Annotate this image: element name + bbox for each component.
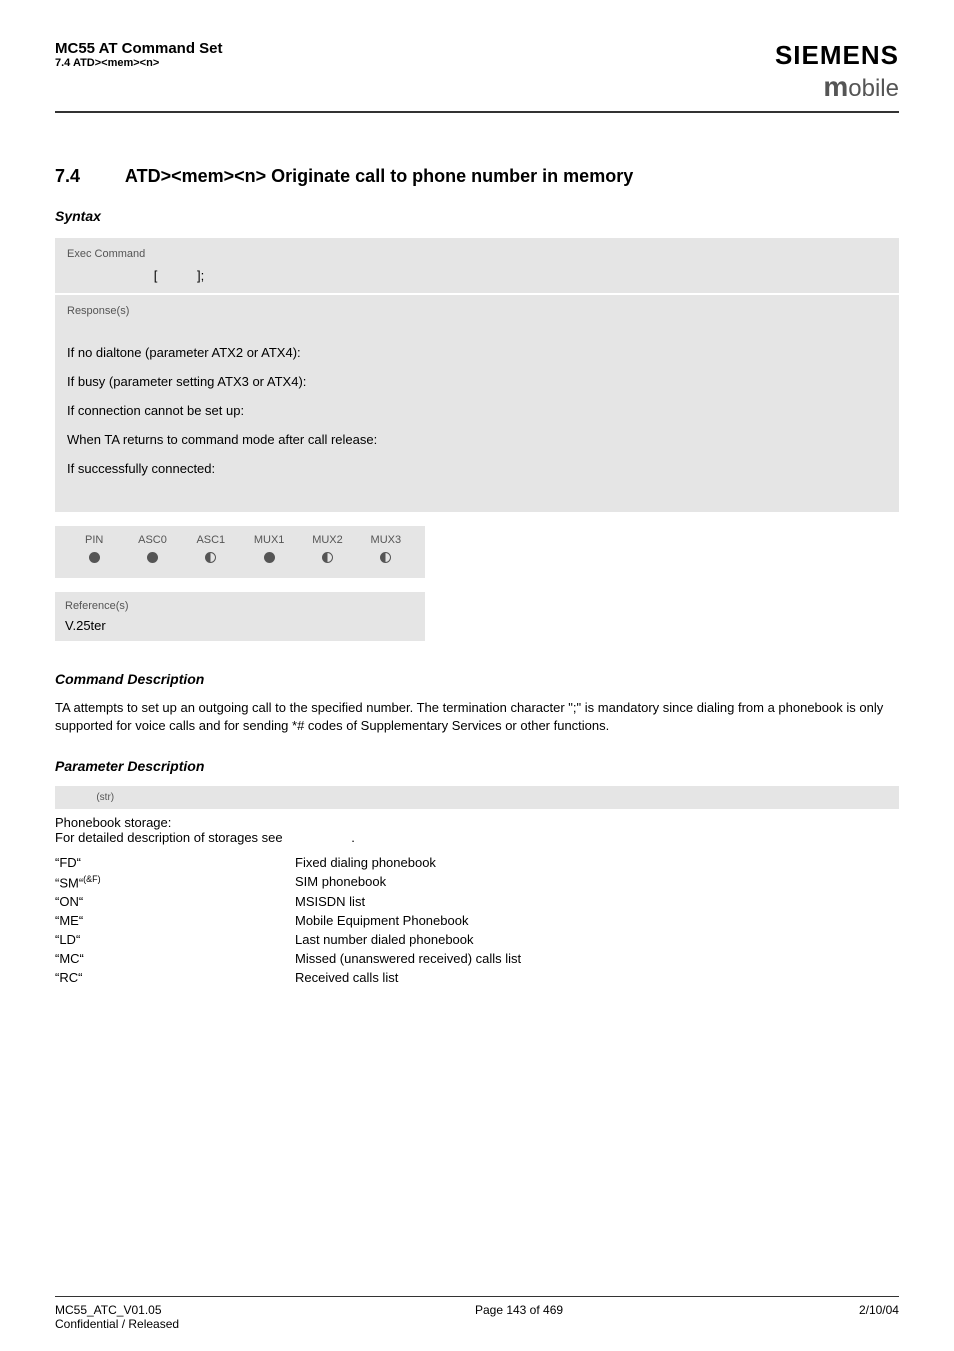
value-row: “LD“ Last number dialed phonebook <box>55 932 899 947</box>
resp-line-3: If connection cannot be set up: <box>67 403 887 418</box>
mux-v-asc0 <box>123 552 181 572</box>
value-desc: Mobile Equipment Phonebook <box>295 913 899 928</box>
brand-m: m <box>823 71 848 102</box>
doc-subtitle: 7.4 ATD><mem><n> <box>55 57 223 69</box>
value-key: “SM“(&F) <box>55 874 295 890</box>
syntax-label: Syntax <box>55 208 899 224</box>
exec-content: [ ]; <box>67 268 887 283</box>
value-row: “MC“ Missed (unanswered received) calls … <box>55 951 899 966</box>
parameter-description-heading: Parameter Description <box>55 758 899 774</box>
storage-line-1: Phonebook storage: <box>55 815 171 830</box>
dot-full-icon <box>147 552 158 563</box>
page-header: MC55 AT Command Set 7.4 ATD><mem><n> SIE… <box>55 40 899 113</box>
ref-value: V.25ter <box>65 618 415 633</box>
resp-line-4: When TA returns to command mode after ca… <box>67 432 887 447</box>
value-desc: MSISDN list <box>295 894 899 909</box>
value-row: “RC“ Received calls list <box>55 970 899 985</box>
dot-full-icon <box>264 552 275 563</box>
exec-command-box: Exec Command [ ]; <box>55 238 899 293</box>
mux-header-row: PIN ASC0 ASC1 MUX1 MUX2 MUX3 <box>65 534 415 552</box>
mux-h-mux2: MUX2 <box>298 534 356 552</box>
footer-version: MC55_ATC_V01.05 <box>55 1303 162 1317</box>
param-type-box: (str) <box>55 786 899 809</box>
footer-date: 2/10/04 <box>859 1303 899 1331</box>
mux-h-asc1: ASC1 <box>182 534 240 552</box>
section-number: 7.4 <box>55 166 80 187</box>
mux-h-asc0: ASC0 <box>123 534 181 552</box>
value-desc: Received calls list <box>295 970 899 985</box>
response-box: Response(s) If no dialtone (parameter AT… <box>55 295 899 512</box>
exec-label: Exec Command <box>67 248 887 260</box>
storage-line-2b: . <box>351 830 355 845</box>
response-content: If no dialtone (parameter ATX2 or ATX4):… <box>67 325 887 476</box>
reference-box: Reference(s) V.25ter <box>55 592 425 641</box>
mux-table: PIN ASC0 ASC1 MUX1 MUX2 MUX3 <box>65 534 415 572</box>
brand-logo: SIEMENS <box>775 40 899 71</box>
param-str: (str) <box>96 792 114 803</box>
value-key: “LD“ <box>55 932 295 947</box>
storage-description: Phonebook storage: For detailed descript… <box>55 815 899 845</box>
value-key-text: “SM“ <box>55 875 83 890</box>
value-key: “ON“ <box>55 894 295 909</box>
dot-full-icon <box>89 552 100 563</box>
value-key: “ME“ <box>55 913 295 928</box>
value-row: “SM“(&F) SIM phonebook <box>55 874 899 890</box>
dot-half-icon <box>380 552 391 563</box>
mux-value-row <box>65 552 415 572</box>
brand-sub: mobile <box>775 71 899 103</box>
value-row: “FD“ Fixed dialing phonebook <box>55 855 899 870</box>
section-title: ATD><mem><n> Originate call to phone num… <box>125 166 633 186</box>
brand-rest: obile <box>848 75 899 102</box>
resp-line-5: If successfully connected: <box>67 461 887 476</box>
command-description-heading: Command Description <box>55 671 899 687</box>
footer-page: Page 143 of 469 <box>475 1303 563 1331</box>
value-key: “RC“ <box>55 970 295 985</box>
mux-v-mux3 <box>357 552 415 572</box>
command-description-text: TA attempts to set up an outgoing call t… <box>55 699 899 734</box>
value-desc: Fixed dialing phonebook <box>295 855 899 870</box>
doc-title: MC55 AT Command Set <box>55 40 223 57</box>
footer-left: MC55_ATC_V01.05 Confidential / Released <box>55 1303 179 1331</box>
value-desc: Last number dialed phonebook <box>295 932 899 947</box>
ref-label: Reference(s) <box>65 600 415 612</box>
mux-h-mux1: MUX1 <box>240 534 298 552</box>
value-desc: Missed (unanswered received) calls list <box>295 951 899 966</box>
mux-v-mux1 <box>240 552 298 572</box>
value-list: “FD“ Fixed dialing phonebook “SM“(&F) SI… <box>55 855 899 985</box>
mux-h-pin: PIN <box>65 534 123 552</box>
dot-half-icon <box>322 552 333 563</box>
mux-v-mux2 <box>298 552 356 572</box>
value-row: “ON“ MSISDN list <box>55 894 899 909</box>
mux-v-pin <box>65 552 123 572</box>
bracket-open: [ <box>154 268 158 283</box>
section-heading: 7.4 ATD><mem><n> Originate call to phone… <box>55 153 899 190</box>
storage-line-2a: For detailed description of storages see <box>55 830 286 845</box>
footer-confidential: Confidential / Released <box>55 1317 179 1331</box>
mux-v-asc1 <box>182 552 240 572</box>
value-row: “ME“ Mobile Equipment Phonebook <box>55 913 899 928</box>
mux-box: PIN ASC0 ASC1 MUX1 MUX2 MUX3 <box>55 526 425 578</box>
value-sup: (&F) <box>83 874 101 884</box>
header-left: MC55 AT Command Set 7.4 ATD><mem><n> <box>55 40 223 69</box>
dot-half-icon <box>205 552 216 563</box>
value-key: “MC“ <box>55 951 295 966</box>
value-key: “FD“ <box>55 855 295 870</box>
resp-line-1: If no dialtone (parameter ATX2 or ATX4): <box>67 345 887 360</box>
header-right: SIEMENS mobile <box>775 40 899 103</box>
page-footer: MC55_ATC_V01.05 Confidential / Released … <box>55 1296 899 1331</box>
resp-line-2: If busy (parameter setting ATX3 or ATX4)… <box>67 374 887 389</box>
bracket-close: ]; <box>197 268 204 283</box>
response-label: Response(s) <box>67 305 887 317</box>
value-desc: SIM phonebook <box>295 874 899 890</box>
mux-h-mux3: MUX3 <box>357 534 415 552</box>
